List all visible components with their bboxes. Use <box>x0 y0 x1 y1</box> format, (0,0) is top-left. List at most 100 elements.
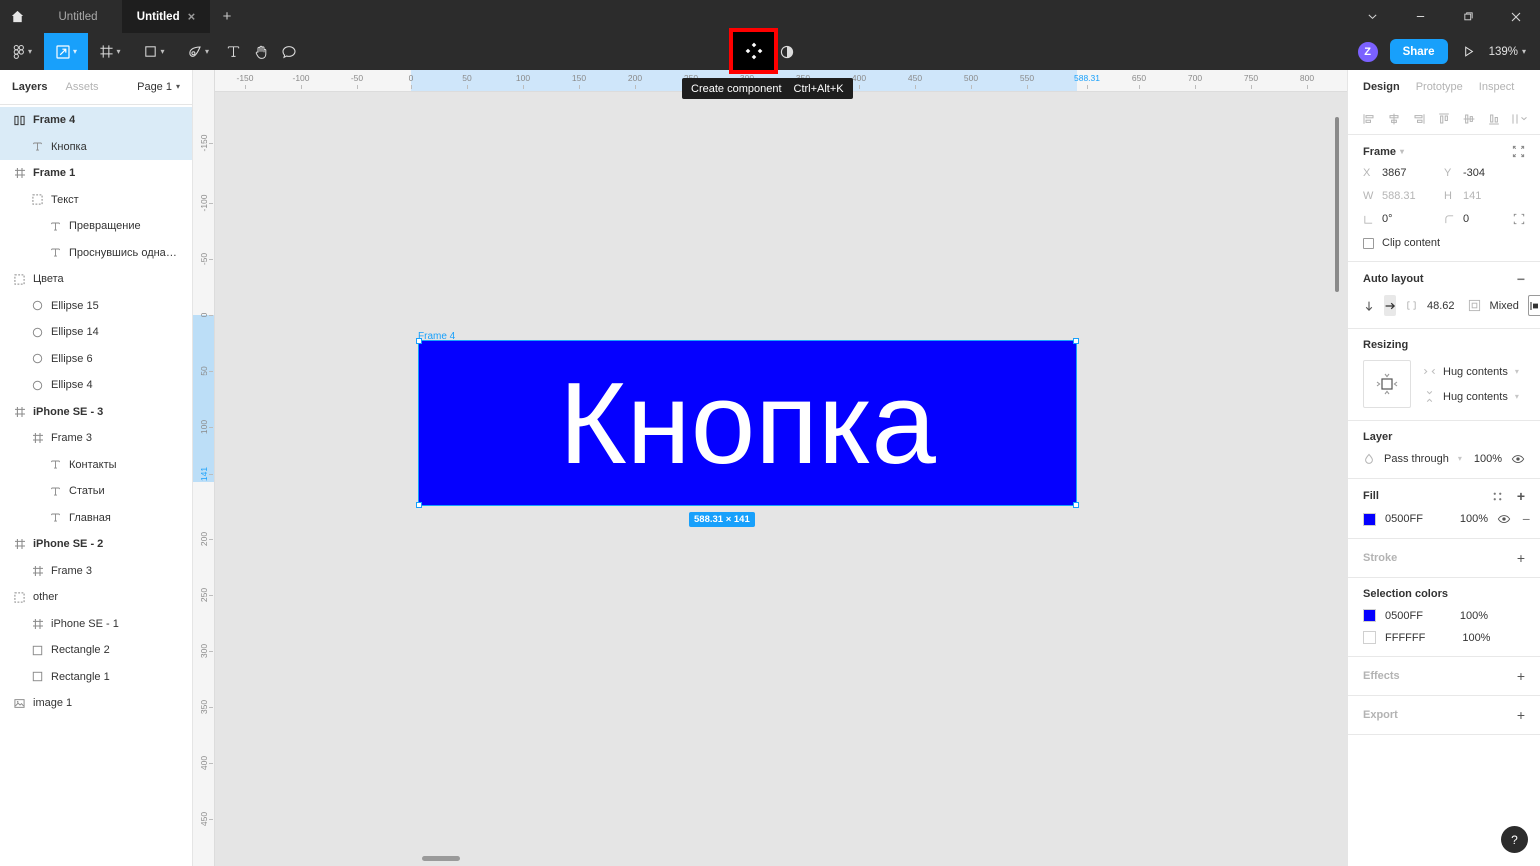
home-button[interactable] <box>0 0 34 33</box>
x-property[interactable]: X 3867 <box>1363 167 1444 179</box>
layer-row[interactable]: Ellipse 14 <box>0 319 192 346</box>
layer-row[interactable]: Контакты <box>0 452 192 479</box>
layer-row[interactable]: Frame 4 <box>0 107 192 134</box>
tool-move-scale[interactable]: ▾ <box>44 33 88 70</box>
help-button[interactable]: ? <box>1501 826 1528 853</box>
layer-row[interactable]: Цвета <box>0 266 192 293</box>
minimize-button[interactable] <box>1396 0 1444 33</box>
layer-row[interactable]: Frame 1 <box>0 160 192 187</box>
fill-hex[interactable]: 0500FF <box>1385 513 1423 525</box>
layer-row[interactable]: Текст <box>0 187 192 214</box>
window-dropdown-button[interactable] <box>1348 0 1396 33</box>
eye-icon[interactable] <box>1511 452 1525 466</box>
rotation-property[interactable]: 0° <box>1363 213 1444 225</box>
layer-row[interactable]: Проснувшись однажды ... <box>0 240 192 267</box>
fill-swatch[interactable] <box>1363 512 1376 526</box>
eye-icon[interactable] <box>1497 512 1511 526</box>
clip-content-row[interactable]: Clip content <box>1363 237 1525 249</box>
tool-shape[interactable]: ▾ <box>132 33 176 70</box>
selection-color-hex[interactable]: FFFFFF <box>1385 632 1425 644</box>
direction-vertical-button[interactable] <box>1363 295 1375 316</box>
minus-icon[interactable]: − <box>1517 272 1525 286</box>
selection-handle-bottom-left[interactable] <box>416 502 422 508</box>
chevron-down-icon[interactable]: ▾ <box>1458 455 1462 463</box>
tool-text[interactable] <box>220 33 247 70</box>
canvas-area[interactable]: Frame 4 Кнопка 588.31 × 141 -150 -100 -50 0… <box>193 70 1347 866</box>
zoom-level-control[interactable]: 139% ▾ <box>1489 46 1526 58</box>
layer-row[interactable]: Кнопка <box>0 133 192 160</box>
align-items-button[interactable] <box>1527 295 1540 316</box>
fill-opacity[interactable]: 100% <box>1460 513 1488 525</box>
canvas-horizontal-scrollbar[interactable] <box>422 856 460 861</box>
layer-row[interactable]: Frame 3 <box>0 558 192 585</box>
close-icon[interactable]: × <box>188 10 196 23</box>
tab-inspect[interactable]: Inspect <box>1479 81 1514 93</box>
plus-icon[interactable]: + <box>1517 551 1525 565</box>
selection-handle-top-left[interactable] <box>416 338 422 344</box>
layer-row[interactable]: Rectangle 2 <box>0 637 192 664</box>
canvas-vertical-scrollbar[interactable] <box>1335 117 1339 292</box>
new-tab-button[interactable]: + <box>210 0 244 33</box>
spacing-value[interactable]: 48.62 <box>1427 300 1455 312</box>
padding-value[interactable]: Mixed <box>1490 300 1519 312</box>
layer-row[interactable]: other <box>0 584 192 611</box>
share-button[interactable]: Share <box>1389 39 1448 64</box>
height-property[interactable]: H 141 <box>1444 190 1525 202</box>
selection-color-swatch[interactable] <box>1363 631 1376 644</box>
align-left-icon[interactable] <box>1360 110 1378 128</box>
distribute-icon[interactable] <box>1510 110 1528 128</box>
layer-row[interactable]: Rectangle 1 <box>0 664 192 691</box>
tool-comment[interactable] <box>275 33 303 70</box>
present-button[interactable] <box>1458 45 1479 58</box>
layer-row[interactable]: Ellipse 6 <box>0 346 192 373</box>
tab-prototype[interactable]: Prototype <box>1416 81 1463 93</box>
layer-row[interactable]: image 1 <box>0 690 192 717</box>
plus-icon[interactable]: + <box>1517 708 1525 722</box>
independent-corners-icon[interactable] <box>1513 213 1525 225</box>
layer-opacity[interactable]: 100% <box>1474 453 1502 465</box>
align-right-icon[interactable] <box>1410 110 1428 128</box>
tab-assets[interactable]: Assets <box>65 81 98 93</box>
layer-row[interactable]: Статьи <box>0 478 192 505</box>
selection-handle-top-right[interactable] <box>1073 338 1079 344</box>
horizontal-resizing[interactable]: Hug contents ▾ <box>1423 365 1525 378</box>
avatar[interactable]: Z <box>1355 39 1380 64</box>
layer-row[interactable]: Ellipse 4 <box>0 372 192 399</box>
tool-figma-menu[interactable]: ▾ <box>0 33 44 70</box>
layer-row[interactable]: iPhone SE - 3 <box>0 399 192 426</box>
styles-icon[interactable] <box>1492 491 1503 502</box>
selection-color-hex[interactable]: 0500FF <box>1385 610 1423 622</box>
width-property[interactable]: W 588.31 <box>1363 190 1444 202</box>
layer-row[interactable]: Ellipse 15 <box>0 293 192 320</box>
layer-row[interactable]: iPhone SE - 2 <box>0 531 192 558</box>
align-top-icon[interactable] <box>1435 110 1453 128</box>
y-property[interactable]: Y -304 <box>1444 167 1525 179</box>
resizing-preview[interactable] <box>1363 360 1411 408</box>
layer-row[interactable]: Превращение <box>0 213 192 240</box>
selection-color-swatch[interactable] <box>1363 609 1376 622</box>
plus-icon[interactable]: + <box>1517 669 1525 683</box>
chevron-down-icon[interactable]: ▾ <box>1400 147 1404 156</box>
vertical-ruler[interactable]: -150 -100 -50 0 50 100 141 200 250 300 350 400 450 <box>193 70 215 866</box>
align-vertical-center-icon[interactable] <box>1460 110 1478 128</box>
tool-frame[interactable]: ▾ <box>88 33 132 70</box>
selected-frame-node[interactable]: Кнопка <box>418 340 1077 506</box>
tool-pen[interactable]: ▾ <box>176 33 220 70</box>
collapse-icon[interactable] <box>1512 145 1525 158</box>
layer-row[interactable]: Главная <box>0 505 192 532</box>
canvas-viewport[interactable]: Frame 4 Кнопка 588.31 × 141 <box>215 92 1347 866</box>
tab-layers[interactable]: Layers <box>12 81 47 93</box>
tool-mask[interactable] <box>775 40 799 64</box>
page-selector[interactable]: Page 1 ▾ <box>137 81 180 93</box>
align-horizontal-center-icon[interactable] <box>1385 110 1403 128</box>
restore-button[interactable] <box>1444 0 1492 33</box>
clip-content-checkbox[interactable] <box>1363 237 1374 249</box>
create-component-button[interactable] <box>729 28 778 74</box>
close-window-button[interactable] <box>1492 0 1540 33</box>
tab-design[interactable]: Design <box>1363 81 1400 93</box>
align-bottom-icon[interactable] <box>1485 110 1503 128</box>
tool-hand[interactable] <box>247 33 275 70</box>
layer-row[interactable]: Frame 3 <box>0 425 192 452</box>
tab-untitled-1[interactable]: Untitled <box>34 0 122 33</box>
tab-untitled-2[interactable]: Untitled × <box>122 0 210 33</box>
